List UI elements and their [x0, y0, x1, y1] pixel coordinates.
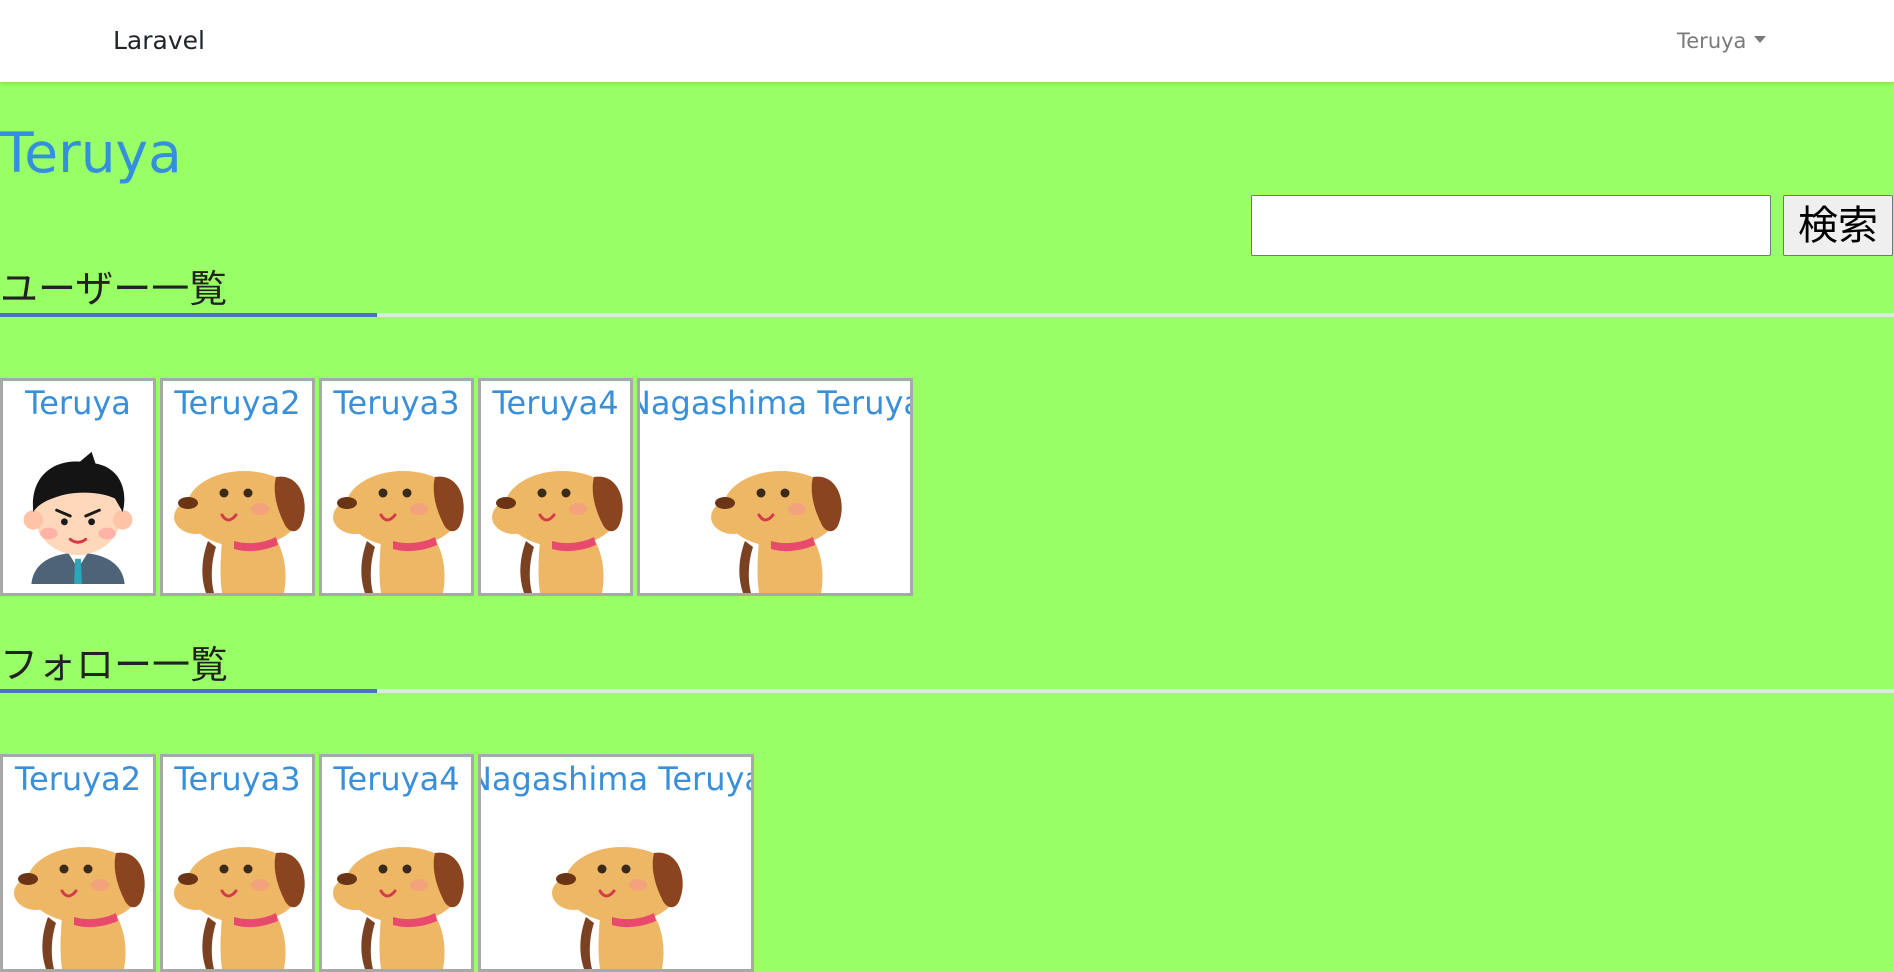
caret-down-icon	[1754, 35, 1767, 43]
follow-card-list: Teruya2 Teruya3 Teruya4 Nagashima Teruya	[0, 754, 754, 972]
dog-avatar-icon	[327, 453, 467, 593]
section-divider	[0, 313, 1894, 317]
dog-avatar-icon	[705, 453, 845, 593]
dog-avatar-icon	[546, 829, 686, 969]
brand-link[interactable]: Laravel	[113, 24, 205, 58]
dog-avatar-icon	[168, 829, 308, 969]
user-card-name[interactable]: Teruya	[25, 383, 131, 423]
follow-card-name[interactable]: Teruya3	[174, 759, 300, 799]
user-dropdown-toggle[interactable]: Teruya	[1677, 26, 1767, 56]
user-card[interactable]: Nagashima Teruya	[637, 378, 913, 596]
follow-section-title: フォロー一覧	[0, 643, 229, 687]
follow-card-name[interactable]: Nagashima Teruya	[481, 759, 751, 799]
follow-card[interactable]: Teruya2	[0, 754, 156, 972]
user-card-name[interactable]: Teruya4	[492, 383, 618, 423]
user-card[interactable]: Teruya2	[160, 378, 315, 596]
user-card-name[interactable]: Nagashima Teruya	[640, 383, 910, 423]
user-card[interactable]: Teruya	[0, 378, 156, 596]
section-divider-accent	[0, 689, 377, 693]
user-card-name[interactable]: Teruya3	[333, 383, 459, 423]
follow-card[interactable]: Nagashima Teruya	[478, 754, 754, 972]
user-menu-label: Teruya	[1677, 29, 1747, 53]
follow-card[interactable]: Teruya3	[160, 754, 315, 972]
search-input[interactable]	[1251, 195, 1771, 256]
businessman-avatar-icon	[10, 439, 146, 593]
dog-avatar-icon	[168, 453, 308, 593]
section-divider-accent	[0, 313, 377, 317]
section-divider	[0, 689, 1894, 693]
follow-card-name[interactable]: Teruya4	[333, 759, 459, 799]
dog-avatar-icon	[486, 453, 626, 593]
page-title: Teruya	[0, 121, 182, 185]
user-card-name[interactable]: Teruya2	[174, 383, 300, 423]
user-card[interactable]: Teruya3	[319, 378, 474, 596]
users-section-title: ユーザー一覧	[0, 267, 228, 311]
user-card[interactable]: Teruya4	[478, 378, 633, 596]
follow-card[interactable]: Teruya4	[319, 754, 474, 972]
users-card-list: Teruya Teruya2 Teruya3 Teruya4 Nagashima…	[0, 378, 913, 596]
dog-avatar-icon	[327, 829, 467, 969]
dog-avatar-icon	[8, 829, 148, 969]
follow-card-name[interactable]: Teruya2	[15, 759, 141, 799]
search-button[interactable]: 検索	[1783, 195, 1893, 256]
top-navbar: Laravel Teruya	[0, 0, 1894, 82]
